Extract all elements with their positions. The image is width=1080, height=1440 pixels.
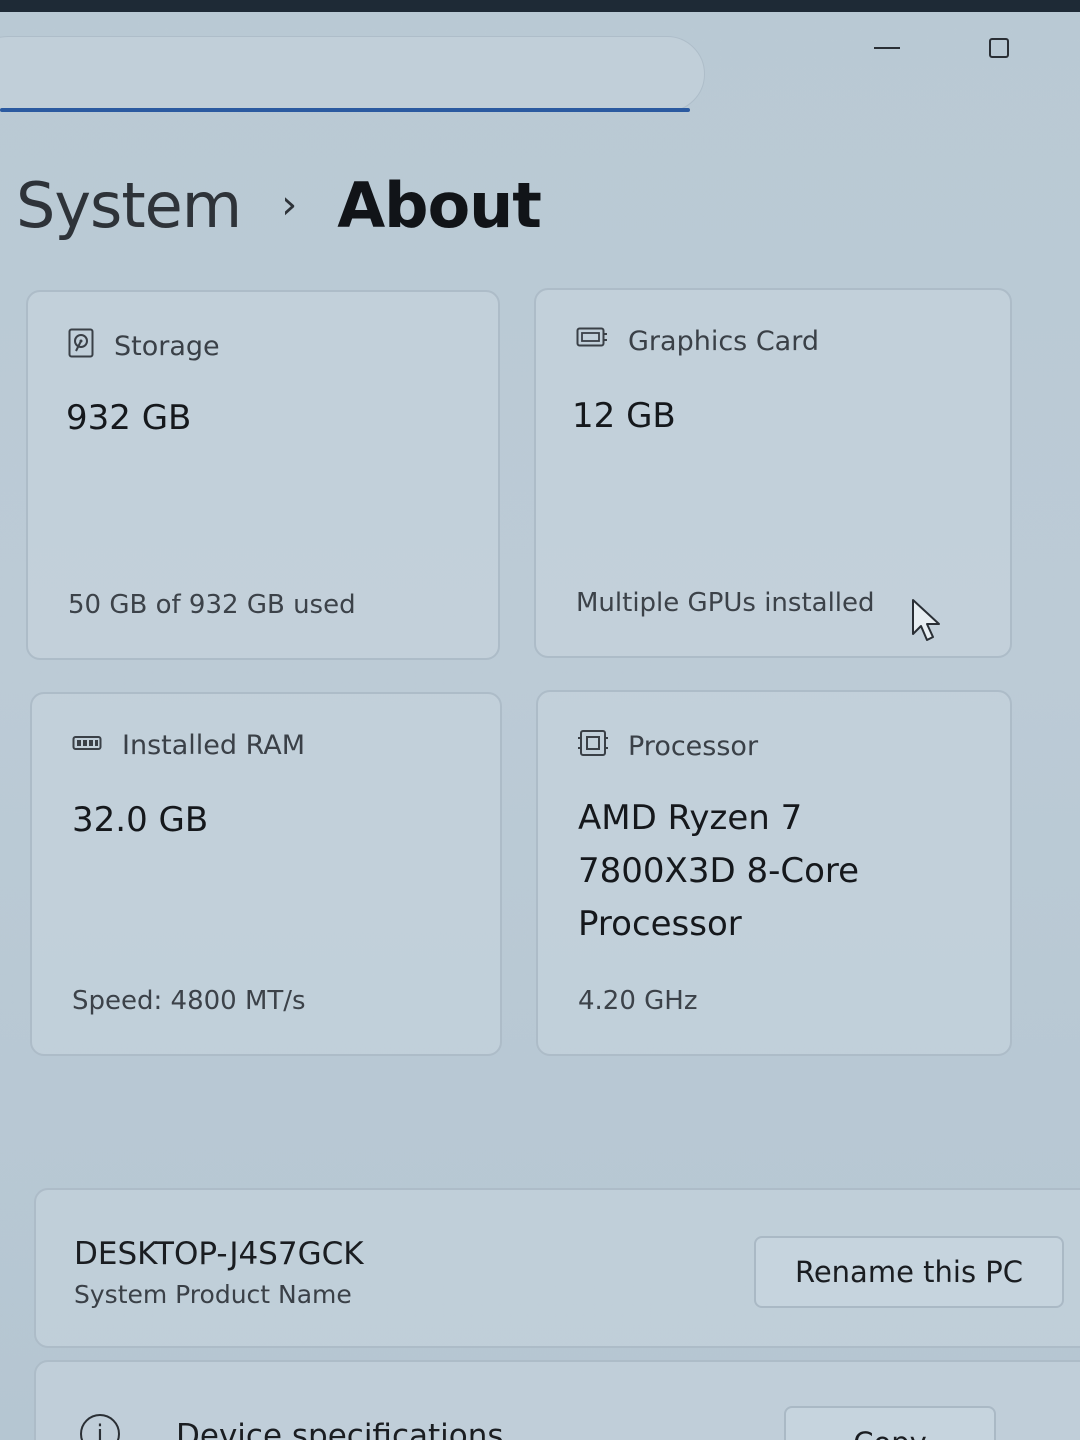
processor-icon (578, 728, 608, 765)
device-specifications-title: Device specifications (176, 1418, 504, 1440)
processor-value-line-3: Processor (578, 904, 742, 944)
storage-card: Storage 932 GB 50 GB of 932 GB used (26, 290, 500, 660)
page-title: About (337, 168, 542, 242)
processor-value-line-2: 7800X3D 8-Core (578, 851, 860, 891)
storage-card-header: Storage (68, 328, 220, 365)
info-icon: i (80, 1414, 120, 1440)
graphics-card-header: Graphics Card (576, 326, 819, 357)
installed-ram-label: Installed RAM (122, 730, 306, 761)
search-box[interactable] (0, 36, 705, 112)
breadcrumb: System › About (16, 160, 542, 250)
copy-button[interactable]: Copy (784, 1406, 996, 1440)
installed-ram-value: 32.0 GB (72, 800, 209, 840)
processor-clock-speed: 4.20 GHz (578, 986, 698, 1016)
maximize-icon (989, 38, 1009, 58)
chevron-right-icon: › (281, 182, 298, 228)
graphics-card-value: 12 GB (572, 396, 676, 436)
minimize-button[interactable] (862, 28, 912, 68)
mouse-cursor-icon (910, 598, 944, 648)
hard-drive-icon (68, 328, 94, 365)
maximize-button[interactable] (974, 28, 1024, 68)
storage-value: 932 GB (66, 398, 192, 438)
memory-icon (72, 730, 102, 761)
installed-ram-header: Installed RAM (72, 730, 305, 761)
storage-usage: 50 GB of 932 GB used (68, 590, 356, 620)
search-focus-underline (0, 108, 690, 112)
graphics-card-status: Multiple GPUs installed (576, 588, 875, 618)
installed-ram-speed: Speed: 4800 MT/s (72, 986, 306, 1016)
pc-model: System Product Name (74, 1280, 352, 1309)
processor-value: AMD Ryzen 7 7800X3D 8-Core Processor (578, 792, 859, 951)
processor-value-line-1: AMD Ryzen 7 (578, 798, 803, 838)
pc-name-card: DESKTOP-J4S7GCK System Product Name Rena… (34, 1188, 1080, 1348)
graphics-card-label: Graphics Card (628, 326, 819, 357)
top-edge (0, 0, 1080, 12)
storage-label: Storage (114, 331, 220, 362)
graphics-card-icon (576, 326, 608, 357)
processor-card: Processor AMD Ryzen 7 7800X3D 8-Core Pro… (536, 690, 1012, 1056)
installed-ram-card: Installed RAM 32.0 GB Speed: 4800 MT/s (30, 692, 502, 1056)
rename-pc-button[interactable]: Rename this PC (754, 1236, 1064, 1308)
minimize-icon (874, 47, 900, 49)
processor-header: Processor (578, 728, 758, 765)
processor-label: Processor (628, 731, 759, 762)
breadcrumb-system-link[interactable]: System (16, 169, 242, 242)
device-specifications-card[interactable]: i Device specifications Copy (34, 1360, 1080, 1440)
pc-name: DESKTOP-J4S7GCK (74, 1236, 364, 1272)
